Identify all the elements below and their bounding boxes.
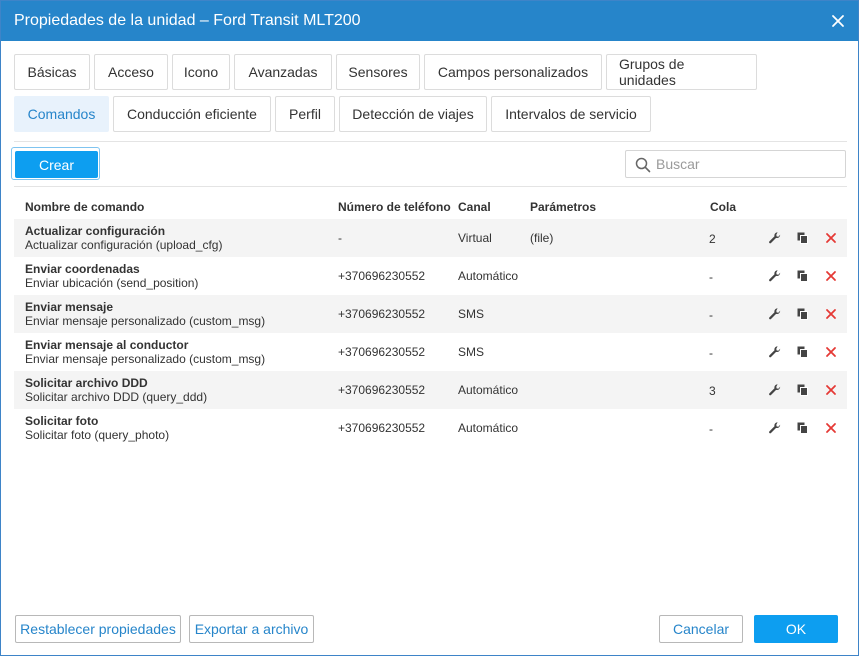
channel-cell: SMS <box>458 307 485 321</box>
queue-cell: - <box>709 346 713 360</box>
tab-campos-personalizados[interactable]: Campos personalizados <box>424 54 602 90</box>
ok-button[interactable]: OK <box>754 615 838 643</box>
command-name: Enviar mensaje <box>25 300 114 314</box>
command-name-cell: Enviar coordenadas Enviar ubicación (send… <box>25 262 198 290</box>
table-row[interactable]: Solicitar archivo DDD Solicitar archivo D… <box>14 371 847 409</box>
phone-cell: +370696230552 <box>338 269 426 283</box>
command-description: Solicitar archivo DDD (query_ddd) <box>25 390 208 404</box>
dialog-titlebar: Propiedades de la unidad – Ford Transit … <box>1 1 858 41</box>
create-button[interactable]: Crear <box>15 151 98 178</box>
params-cell: (file) <box>530 231 554 245</box>
channel-cell: Virtual <box>458 231 492 245</box>
export-to-file-button[interactable]: Exportar a archivo <box>189 615 314 643</box>
command-name-cell: Solicitar archivo DDD Solicitar archivo D… <box>25 376 207 404</box>
tabs-row-2: Comandos Conducción eficiente Perfil Detecc… <box>14 96 655 132</box>
channel-cell: SMS <box>458 345 485 359</box>
command-name-cell: Enviar mensaje Enviar mensaje personaliza… <box>25 300 265 328</box>
copy-icon[interactable] <box>796 307 810 321</box>
wrench-icon[interactable] <box>768 421 782 435</box>
phone-cell: +370696230552 <box>338 307 426 321</box>
tab-conducción-eficiente[interactable]: Conducción eficiente <box>113 96 271 132</box>
command-name: Enviar mensaje al conductor <box>25 338 189 352</box>
header-name: Nombre de comando <box>25 200 145 214</box>
tabs-row-1: Básicas Acceso Icono Avanzadas Sensores Campo… <box>14 54 761 90</box>
tab-sensores[interactable]: Sensores <box>336 54 420 90</box>
header-phone: Número de teléfono <box>338 200 451 214</box>
command-name: Solicitar foto <box>25 414 99 428</box>
tab-perfil[interactable]: Perfil <box>275 96 335 132</box>
delete-icon[interactable] <box>824 307 838 321</box>
channel-cell: Automático <box>458 421 519 435</box>
tab-comandos[interactable]: Comandos <box>14 96 109 132</box>
header-channel: Canal <box>458 200 491 214</box>
command-description: Solicitar foto (query_photo) <box>25 428 170 442</box>
command-description: Enviar ubicación (send_position) <box>25 276 199 290</box>
delete-icon[interactable] <box>824 383 838 397</box>
header-params: Parámetros <box>530 200 597 214</box>
tab-intervalos-de-servicio[interactable]: Intervalos de servicio <box>491 96 651 132</box>
tab-avanzadas[interactable]: Avanzadas <box>234 54 332 90</box>
phone-cell: +370696230552 <box>338 421 426 435</box>
channel-cell: Automático <box>458 269 519 283</box>
divider <box>14 186 847 187</box>
wrench-icon[interactable] <box>768 345 782 359</box>
tab-grupos-de-unidades[interactable]: Grupos de unidades <box>606 54 757 90</box>
tab-acceso[interactable]: Acceso <box>94 54 168 90</box>
search-icon <box>635 157 651 173</box>
copy-icon[interactable] <box>796 421 810 435</box>
command-name: Solicitar archivo DDD <box>25 376 148 390</box>
header-queue: Cola <box>710 200 737 214</box>
tab-detección-de-viajes[interactable]: Detección de viajes <box>339 96 487 132</box>
queue-cell: 3 <box>709 384 716 398</box>
table-header: Nombre de comando Número de teléfono Can… <box>14 194 847 218</box>
unit-properties-dialog: Propiedades de la unidad – Ford Transit … <box>0 0 859 656</box>
dialog-title: Propiedades de la unidad – Ford Transit … <box>14 12 361 29</box>
command-description: Actualizar configuración (upload_cfg) <box>25 238 223 252</box>
wrench-icon[interactable] <box>768 269 782 283</box>
copy-icon[interactable] <box>796 231 810 245</box>
command-name-cell: Enviar mensaje al conductor Enviar mensaj… <box>25 338 265 366</box>
divider <box>14 141 847 142</box>
command-name: Actualizar configuración <box>25 224 166 238</box>
create-button-focus-ring: Crear <box>11 147 100 180</box>
copy-icon[interactable] <box>796 345 810 359</box>
delete-icon[interactable] <box>824 231 838 245</box>
delete-icon[interactable] <box>824 269 838 283</box>
queue-cell: 2 <box>709 232 716 246</box>
tab-básicas[interactable]: Básicas <box>14 54 90 90</box>
command-name-cell: Solicitar foto Solicitar foto (query_phot… <box>25 414 169 442</box>
search-box[interactable] <box>625 150 846 178</box>
command-description: Enviar mensaje personalizado (custom_msg… <box>25 314 266 328</box>
queue-cell: - <box>709 422 713 436</box>
table-row[interactable]: Enviar coordenadas Enviar ubicación (send… <box>14 257 847 295</box>
wrench-icon[interactable] <box>768 231 782 245</box>
queue-cell: - <box>709 308 713 322</box>
delete-icon[interactable] <box>824 345 838 359</box>
command-name: Enviar coordenadas <box>25 262 140 276</box>
channel-cell: Automático <box>458 383 519 397</box>
tab-icono[interactable]: Icono <box>172 54 230 90</box>
copy-icon[interactable] <box>796 269 810 283</box>
reset-properties-button[interactable]: Restablecer propiedades <box>15 615 181 643</box>
close-icon[interactable] <box>828 11 848 31</box>
command-description: Enviar mensaje personalizado (custom_msg… <box>25 352 266 366</box>
command-name-cell: Actualizar configuración Actualizar confi… <box>25 224 222 252</box>
table-row[interactable]: Solicitar foto Solicitar foto (query_phot… <box>14 409 847 447</box>
copy-icon[interactable] <box>796 383 810 397</box>
phone-cell: +370696230552 <box>338 383 426 397</box>
wrench-icon[interactable] <box>768 307 782 321</box>
phone-cell: +370696230552 <box>338 345 426 359</box>
delete-icon[interactable] <box>824 421 838 435</box>
table-row[interactable]: Enviar mensaje al conductor Enviar mensaj… <box>14 333 847 371</box>
search-input[interactable] <box>656 154 836 174</box>
table-row[interactable]: Enviar mensaje Enviar mensaje personaliza… <box>14 295 847 333</box>
queue-cell: - <box>709 270 713 284</box>
cancel-button[interactable]: Cancelar <box>659 615 743 643</box>
phone-cell: - <box>338 231 342 245</box>
table-row[interactable]: Actualizar configuración Actualizar confi… <box>14 219 847 257</box>
wrench-icon[interactable] <box>768 383 782 397</box>
